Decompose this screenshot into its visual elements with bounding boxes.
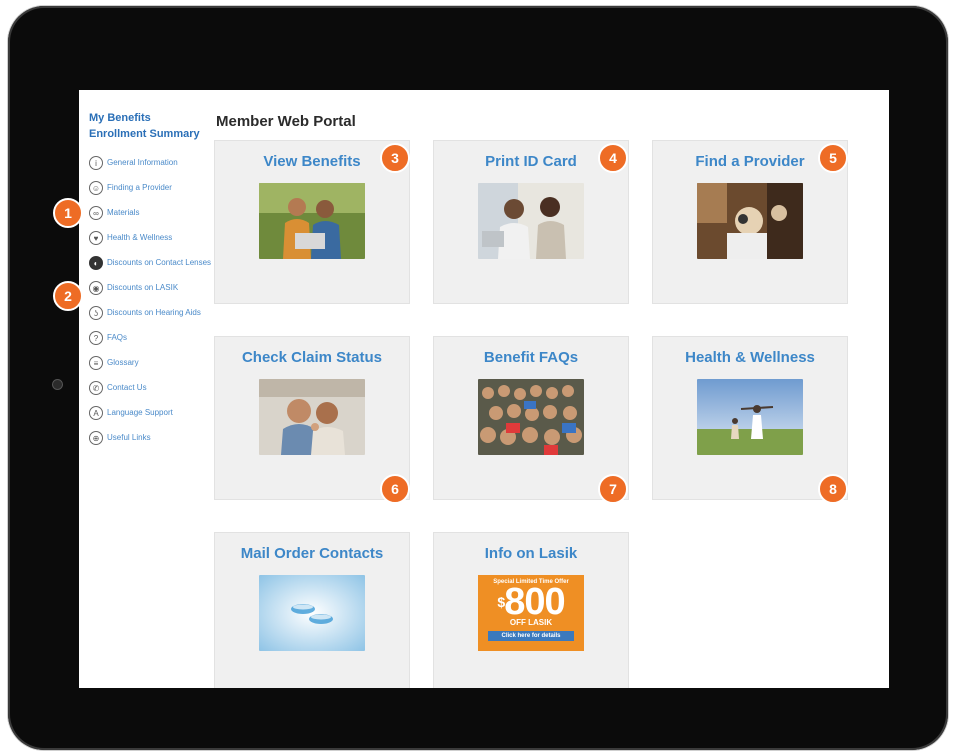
tile-title[interactable]: Mail Order Contacts [215,545,409,562]
sidebar-item-label: Discounts on Hearing Aids [107,308,201,317]
sidebar-item[interactable]: ? FAQs [89,331,213,345]
sidebar-item-label: Materials [107,208,140,217]
sidebar-item-label: FAQs [107,333,128,342]
tile-title[interactable]: Check Claim Status [215,349,409,366]
contact-lenses-photo [259,575,365,651]
language-icon: A [89,406,103,420]
couple-at-computer-photo [478,183,584,259]
info-circle-icon: i [89,156,103,170]
page-title: Member Web Portal [216,113,356,130]
sidebar: My Benefits Enrollment Summary i General … [89,110,213,456]
callout-badge-4: 4 [598,143,628,173]
sidebar-item[interactable]: ◐ Discounts on Contact Lenses [89,256,213,270]
lasik-ad-details-button[interactable]: Click here for details [488,631,574,641]
family-in-field-photo [697,379,803,455]
sidebar-item-label: Discounts on LASIK [107,283,179,292]
sidebar-item-label: Useful Links [107,433,151,442]
eye-exam-photo [697,183,803,259]
tile-title[interactable]: Info on Lasik [434,545,628,562]
tile-health-wellness[interactable]: Health & Wellness [652,336,848,500]
sidebar-item-label: Health & Wellness [107,233,173,242]
tile-check-claim-status[interactable]: Check Claim Status [214,336,410,500]
lasik-ad-amount: 800 [504,581,565,623]
sidebar-item-label: Contact Us [107,383,147,392]
sidebar-menu: i General Information ☺ Finding a Provider ∞… [89,156,213,445]
heart-icon: ♥ [89,231,103,245]
sidebar-item[interactable]: ☺ Finding a Provider [89,181,213,195]
callout-badge-6: 6 [380,474,410,504]
tile-title[interactable]: Benefit FAQs [434,349,628,366]
tile-mail-order-contacts[interactable]: Mail Order Contacts [214,532,410,688]
sidebar-item[interactable]: A Language Support [89,406,213,420]
book-icon: ≡ [89,356,103,370]
sidebar-item[interactable]: i General Information [89,156,213,170]
sidebar-item[interactable]: ⊕ Useful Links [89,431,213,445]
tile-benefit-faqs[interactable]: Benefit FAQs [433,336,629,500]
person-search-icon: ☺ [89,181,103,195]
tile-info-on-lasik[interactable]: Info on Lasik Special Limited Time Offer… [433,532,629,688]
callout-badge-2: 2 [53,281,83,311]
question-icon: ? [89,331,103,345]
callout-badge-8: 8 [818,474,848,504]
sidebar-item-label: Finding a Provider [107,183,172,192]
callout-badge-3: 3 [380,143,410,173]
sidebar-item-label: General Information [107,158,178,167]
lasik-ad-amount-wrap: $800 [478,583,584,621]
crowd-photo [478,379,584,455]
ear-icon: ʖ [89,306,103,320]
sidebar-item[interactable]: ◉ Discounts on LASIK [89,281,213,295]
sidebar-item-label: Language Support [107,408,173,417]
callout-badge-5: 5 [818,143,848,173]
callout-badge-1: 1 [53,198,83,228]
phone-icon: ✆ [89,381,103,395]
lasik-ad-off-text: OFF LASIK [509,618,553,627]
glasses-icon: ∞ [89,206,103,220]
sidebar-item[interactable]: ♥ Health & Wellness [89,231,213,245]
enrollment-summary-link[interactable]: Enrollment Summary [89,126,213,142]
sidebar-item-label: Discounts on Contact Lenses [107,258,212,267]
couple-with-laptop-photo [259,183,365,259]
sidebar-item-label: Glossary [107,358,139,367]
screen: My Benefits Enrollment Summary i General … [79,90,889,688]
callout-badge-7: 7 [598,474,628,504]
sidebar-item[interactable]: ≡ Glossary [89,356,213,370]
smiling-couple-photo [259,379,365,455]
my-benefits-link[interactable]: My Benefits [89,110,213,126]
eye-icon: ◉ [89,281,103,295]
contact-lens-icon: ◐ [89,256,103,270]
sidebar-item[interactable]: ✆ Contact Us [89,381,213,395]
tile-title[interactable]: Health & Wellness [653,349,847,366]
sidebar-item[interactable]: ∞ Materials [89,206,213,220]
sidebar-item[interactable]: ʖ Discounts on Hearing Aids [89,306,213,320]
lasik-ad-graphic[interactable]: Special Limited Time Offer $800 OFF LASI… [478,575,584,651]
camera-icon [52,379,63,390]
link-icon: ⊕ [89,431,103,445]
